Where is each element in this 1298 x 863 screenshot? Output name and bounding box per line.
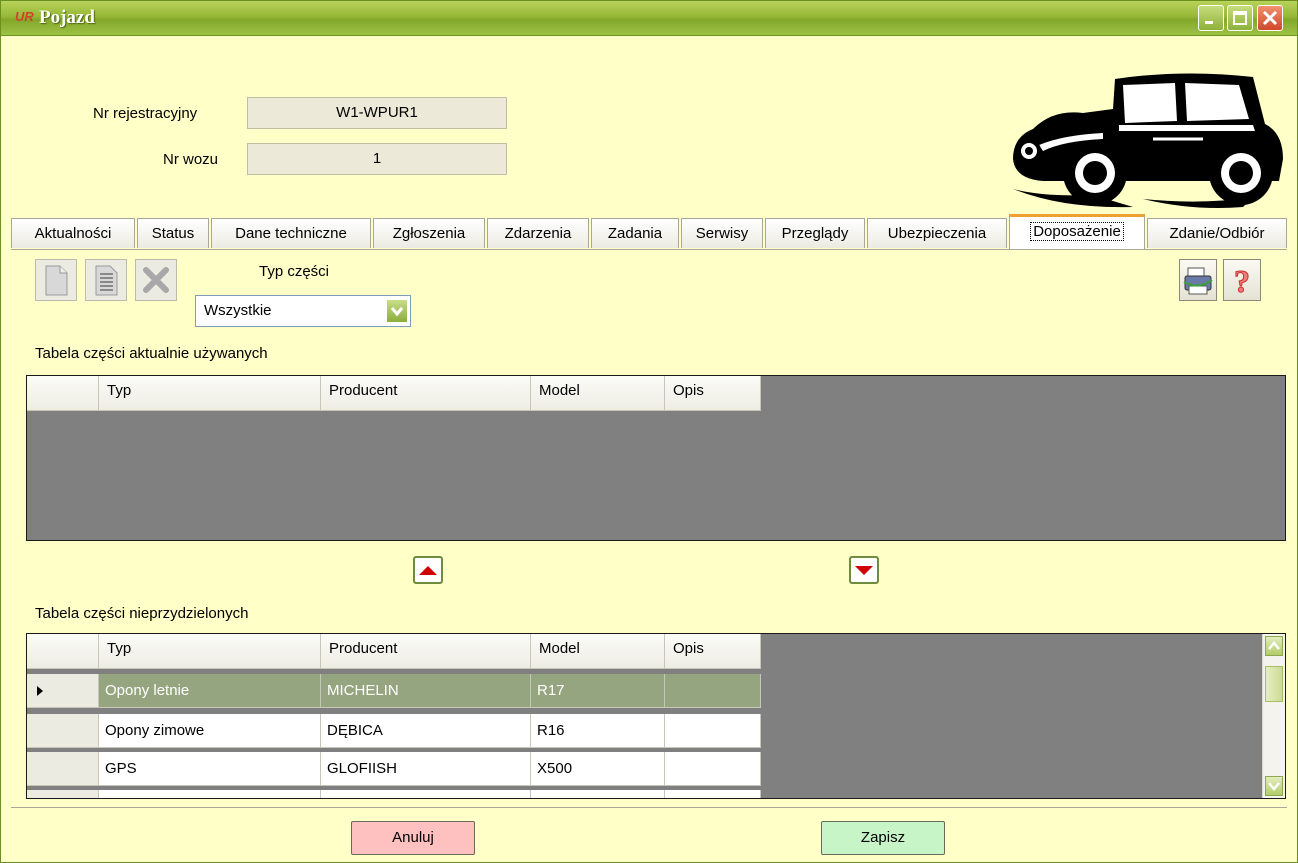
used-parts-table[interactable]: Typ Producent Model Opis xyxy=(26,375,1286,541)
chevron-down-icon xyxy=(1268,782,1280,791)
help-button[interactable]: ? xyxy=(1223,259,1261,301)
print-button[interactable] xyxy=(1179,259,1217,301)
cell-model[interactable] xyxy=(531,790,665,798)
window-title: Pojazd xyxy=(39,7,95,28)
scroll-down-button[interactable] xyxy=(1265,776,1283,796)
tab-dane-techniczne[interactable]: Dane techniczne xyxy=(211,218,371,248)
header-opis[interactable]: Opis xyxy=(665,634,761,668)
tab-strip: Aktualności Status Dane techniczne Zgłos… xyxy=(1,214,1297,250)
tab-aktualnosci[interactable]: Aktualności xyxy=(11,218,135,248)
header-corner xyxy=(27,634,99,668)
arrow-up-icon xyxy=(419,566,437,575)
registration-field[interactable]: W1-WPUR1 xyxy=(247,97,507,129)
new-part-button[interactable] xyxy=(35,259,77,301)
cell-model[interactable]: R16 xyxy=(531,714,665,748)
header-producent[interactable]: Producent xyxy=(321,376,531,410)
cell-producent[interactable]: MICHELIN xyxy=(321,674,531,708)
chevron-down-icon[interactable] xyxy=(386,299,408,323)
cell-model[interactable]: X500 xyxy=(531,752,665,786)
minimize-button[interactable] xyxy=(1198,5,1224,31)
cancel-button[interactable]: Anuluj xyxy=(351,821,475,855)
cell-typ[interactable]: Opony zimowe xyxy=(99,714,321,748)
header-typ[interactable]: Typ xyxy=(99,376,321,410)
tab-ubezpieczenia[interactable]: Ubezpieczenia xyxy=(867,218,1007,248)
cell-typ[interactable]: Opony letnie xyxy=(99,674,321,708)
move-up-button[interactable] xyxy=(413,556,443,584)
tab-zdanie-odbior[interactable]: Zdanie/Odbiór xyxy=(1147,218,1287,248)
car-number-field[interactable]: 1 xyxy=(247,143,507,175)
delete-icon xyxy=(143,267,169,293)
row-header[interactable] xyxy=(27,674,99,708)
minimize-icon xyxy=(1205,21,1213,24)
header-model[interactable]: Model xyxy=(531,634,665,668)
tab-doposazenie[interactable]: Doposażenie xyxy=(1009,214,1145,250)
current-row-icon xyxy=(37,686,43,696)
printer-icon xyxy=(1183,267,1213,295)
header-corner xyxy=(27,376,99,410)
tab-status[interactable]: Status xyxy=(137,218,209,248)
car-number-label: Nr wozu xyxy=(163,151,219,168)
close-icon xyxy=(1262,10,1278,26)
cell-opis[interactable] xyxy=(665,714,761,748)
edit-part-button[interactable] xyxy=(85,259,127,301)
vertical-scrollbar[interactable] xyxy=(1262,634,1285,798)
header-producent[interactable]: Producent xyxy=(321,634,531,668)
used-parts-header: Typ Producent Model Opis xyxy=(27,376,761,411)
unassigned-parts-table[interactable]: Typ Producent Model Opis Opony letnie MI… xyxy=(26,633,1286,799)
tab-zgloszenia[interactable]: Zgłoszenia xyxy=(373,218,485,248)
title-bar[interactable]: UR Pojazd xyxy=(1,1,1297,36)
header-opis[interactable]: Opis xyxy=(665,376,761,410)
part-type-label: Typ części xyxy=(259,263,330,280)
pojazd-window: UR Pojazd Nr rejestracyjny W1-WPUR1 Nr w… xyxy=(0,0,1298,863)
chevron-up-icon xyxy=(1268,641,1280,650)
row-header[interactable] xyxy=(27,752,99,786)
cell-model[interactable]: R17 xyxy=(531,674,665,708)
header-typ[interactable]: Typ xyxy=(99,634,321,668)
part-type-value: Wszystkie xyxy=(204,302,272,319)
row-header[interactable] xyxy=(27,714,99,748)
cell-producent[interactable] xyxy=(321,790,531,798)
help-icon: ? xyxy=(1234,263,1251,300)
maximize-button[interactable] xyxy=(1227,5,1253,31)
unassigned-parts-header: Typ Producent Model Opis xyxy=(27,634,761,669)
header-model[interactable]: Model xyxy=(531,376,665,410)
part-type-select[interactable]: Wszystkie xyxy=(195,295,411,327)
used-parts-title: Tabela części aktualnie używanych xyxy=(35,345,268,362)
tab-przeglady[interactable]: Przeglądy xyxy=(765,218,865,248)
cell-opis[interactable] xyxy=(665,790,761,798)
maximize-icon xyxy=(1233,11,1247,25)
close-button[interactable] xyxy=(1257,5,1283,31)
vintage-car-image xyxy=(1013,73,1283,208)
cell-producent[interactable]: DĘBICA xyxy=(321,714,531,748)
edit-document-icon xyxy=(95,265,118,296)
new-document-icon xyxy=(45,265,68,296)
tab-zdarzenia[interactable]: Zdarzenia xyxy=(487,218,589,248)
svg-text:?: ? xyxy=(1234,263,1250,299)
tab-zadania[interactable]: Zadania xyxy=(591,218,679,248)
unassigned-parts-title: Tabela części nieprzydzielonych xyxy=(35,605,249,622)
cell-typ[interactable] xyxy=(99,790,321,798)
scroll-up-button[interactable] xyxy=(1265,636,1283,656)
arrow-down-icon xyxy=(855,566,873,575)
tab-serwisy[interactable]: Serwisy xyxy=(681,218,763,248)
tab-panel-border xyxy=(11,249,1287,250)
tab-doposazenie-label: Doposażenie xyxy=(1030,222,1124,241)
scroll-thumb[interactable] xyxy=(1265,666,1283,702)
cell-opis[interactable] xyxy=(665,674,761,708)
save-button[interactable]: Zapisz xyxy=(821,821,945,855)
move-down-button[interactable] xyxy=(849,556,879,584)
delete-part-button[interactable] xyxy=(135,259,177,301)
cell-typ[interactable]: GPS xyxy=(99,752,321,786)
footer-divider xyxy=(11,807,1287,808)
row-header[interactable] xyxy=(27,790,99,798)
app-logo-icon: UR xyxy=(15,9,34,24)
registration-label: Nr rejestracyjny xyxy=(93,105,198,122)
cell-opis[interactable] xyxy=(665,752,761,786)
cell-producent[interactable]: GLOFIISH xyxy=(321,752,531,786)
